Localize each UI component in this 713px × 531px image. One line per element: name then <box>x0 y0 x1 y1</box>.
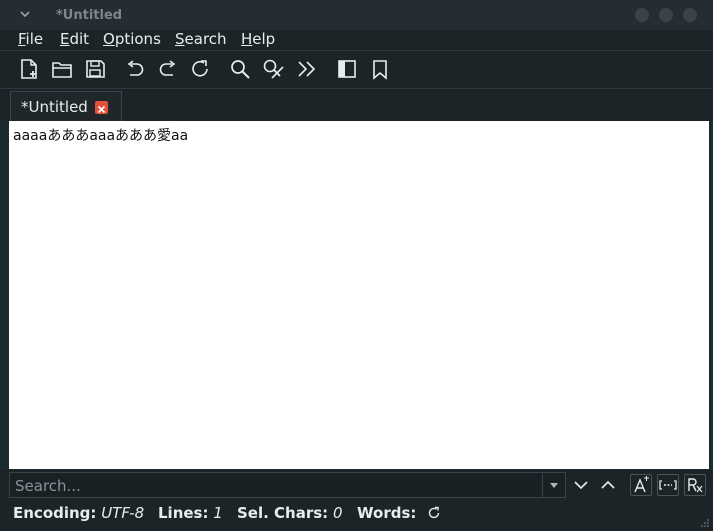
resize-grip-icon[interactable] <box>700 518 710 528</box>
bookmark-icon[interactable] <box>369 58 391 80</box>
toolbar <box>0 51 713 89</box>
match-case-icon[interactable] <box>630 474 652 496</box>
search-history-dropdown[interactable] <box>542 473 565 497</box>
menu-options[interactable]: Options <box>103 29 161 49</box>
title-bar: *Untitled <box>0 0 713 31</box>
tab-untitled[interactable]: *Untitled <box>10 91 122 121</box>
menu-file[interactable]: File <box>18 29 43 49</box>
regex-icon[interactable] <box>684 474 706 496</box>
undo-icon[interactable] <box>124 58 146 80</box>
side-pane-icon[interactable] <box>336 58 358 80</box>
menu-bar: File Edit Options Search Help <box>0 30 713 51</box>
refresh-word-count-icon[interactable] <box>427 506 441 524</box>
search-field <box>9 472 566 499</box>
minimize-button[interactable] <box>635 8 649 22</box>
search-bar <box>0 470 713 500</box>
redo-icon[interactable] <box>157 58 179 80</box>
close-button[interactable] <box>683 8 697 22</box>
whole-word-icon[interactable] <box>657 474 679 496</box>
status-bar: Encoding: UTF-8 Lines: 1 Sel. Chars: 0 W… <box>0 500 713 531</box>
new-document-icon[interactable] <box>18 58 40 80</box>
menu-help[interactable]: Help <box>241 29 275 49</box>
tab-label: *Untitled <box>21 98 88 116</box>
encoding-status: Encoding: UTF-8 <box>13 504 145 522</box>
tab-bar: *Untitled <box>0 89 713 121</box>
text-editor[interactable]: aaaaあああaaaあああ愛aa <box>9 121 709 469</box>
find-next-icon[interactable] <box>571 475 591 495</box>
save-icon[interactable] <box>84 58 106 80</box>
find-icon[interactable] <box>229 58 251 80</box>
maximize-button[interactable] <box>659 8 673 22</box>
window-menu-chevron-icon[interactable] <box>18 7 32 21</box>
editor-text: aaaaあああaaaあああ愛aa <box>13 128 189 144</box>
lines-status: Lines: 1 <box>158 504 223 522</box>
open-folder-icon[interactable] <box>51 58 73 80</box>
words-status: Words: <box>357 504 417 522</box>
go-to-icon[interactable] <box>296 58 318 80</box>
menu-edit[interactable]: Edit <box>60 29 89 49</box>
tab-close-icon[interactable] <box>95 101 108 114</box>
selection-status: Sel. Chars: 0 <box>237 504 343 522</box>
window-title: *Untitled <box>56 8 123 23</box>
reload-icon[interactable] <box>189 58 211 80</box>
find-previous-icon[interactable] <box>598 475 618 495</box>
search-input[interactable] <box>10 473 547 499</box>
menu-search[interactable]: Search <box>175 29 227 49</box>
find-replace-icon[interactable] <box>262 58 284 80</box>
